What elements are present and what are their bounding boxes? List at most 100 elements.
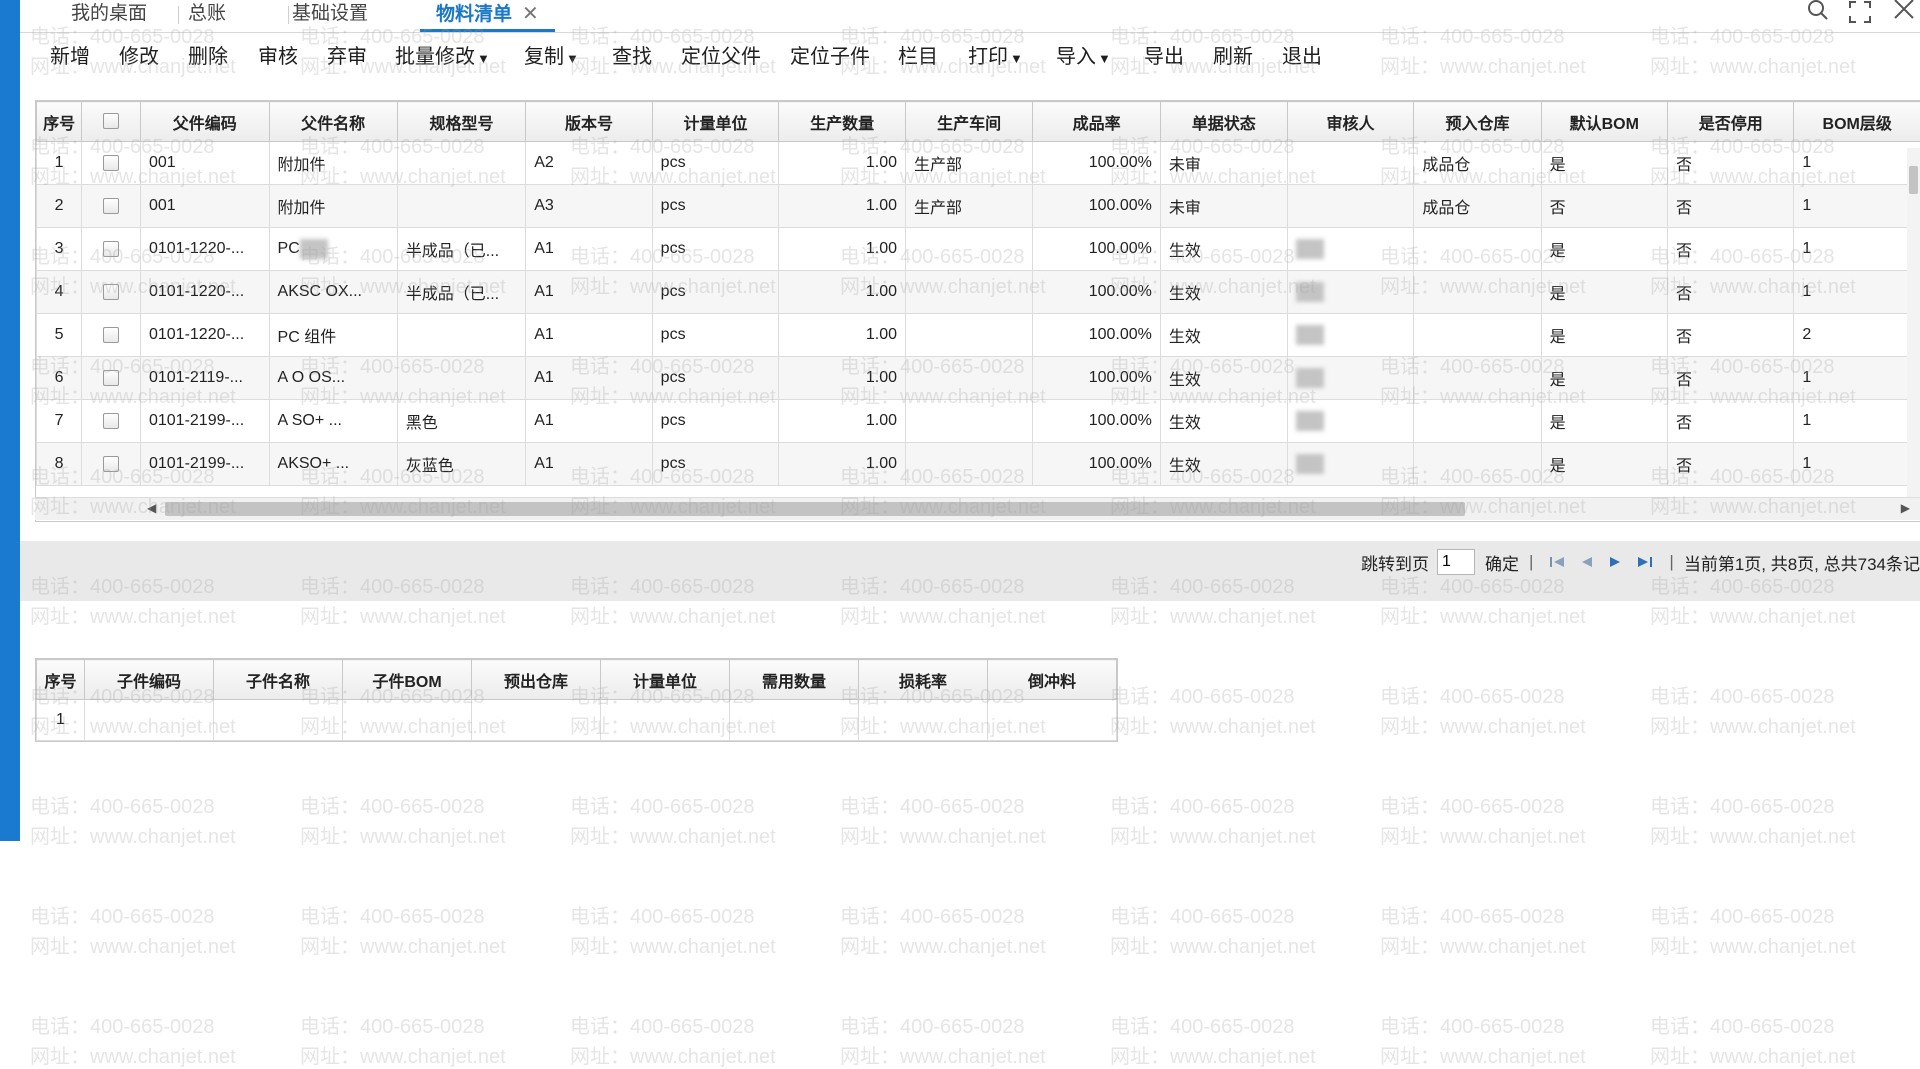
col-header[interactable]: 版本号 — [526, 102, 652, 142]
tab-basic-settings[interactable]: 基础设置 — [292, 0, 368, 30]
col-header[interactable]: 序号 — [37, 102, 82, 142]
col-header[interactable]: 父件编码 — [140, 102, 269, 142]
col-header[interactable]: 预入仓库 — [1414, 102, 1541, 142]
print-button[interactable]: 打印▼ — [968, 37, 1023, 77]
close-window-icon[interactable] — [1892, 0, 1916, 24]
tab-general-ledger[interactable]: 总账 — [188, 0, 226, 30]
table-row[interactable]: 2 001 附加件 A3 pcs 1.00 生产部 100.00% 未审 成品仓… — [37, 185, 1920, 228]
table-row[interactable]: 8 0101-2199-... AKSO+ ... 灰蓝色 A1 pcs 1.0… — [37, 443, 1920, 486]
exit-button[interactable]: 退出 — [1282, 37, 1322, 77]
col-header[interactable]: 默认BOM — [1541, 102, 1667, 142]
col-header[interactable]: 计量单位 — [652, 102, 779, 142]
row-select-cell[interactable] — [82, 185, 141, 228]
col-header[interactable]: 需用数量 — [730, 660, 859, 700]
loss-rate-cell[interactable] — [859, 700, 988, 741]
col-header[interactable]: 子件编码 — [85, 660, 214, 700]
child-bom-cell[interactable] — [343, 700, 472, 741]
row-select-cell[interactable] — [82, 400, 141, 443]
status-cell: 生效 — [1160, 357, 1287, 400]
child-name-cell[interactable] — [214, 700, 343, 741]
row-number: 4 — [37, 271, 82, 314]
child-code-cell[interactable] — [85, 700, 214, 741]
columns-button[interactable]: 栏目 — [898, 37, 938, 77]
row-select-cell[interactable] — [82, 314, 141, 357]
row-select-cell[interactable] — [82, 357, 141, 400]
workshop-cell — [906, 314, 1033, 357]
col-header[interactable]: 父件名称 — [269, 102, 397, 142]
col-header[interactable]: 计量单位 — [601, 660, 730, 700]
table-row[interactable]: 1 001 附加件 A2 pcs 1.00 生产部 100.00% 未审 成品仓… — [37, 142, 1920, 185]
row-checkbox[interactable] — [103, 284, 119, 300]
required-qty-cell[interactable] — [730, 700, 859, 741]
row-select-cell[interactable] — [82, 142, 141, 185]
unaudit-button[interactable]: 弃审 — [327, 37, 367, 77]
col-header[interactable]: 子件BOM — [343, 660, 472, 700]
batch-edit-button[interactable]: 批量修改▼ — [395, 37, 490, 77]
print-label: 打印 — [968, 46, 1008, 68]
scroll-right-icon[interactable]: ▶ — [1901, 501, 1910, 515]
col-header[interactable]: 损耗率 — [859, 660, 988, 700]
row-checkbox[interactable] — [103, 456, 119, 472]
col-header[interactable]: 预出仓库 — [472, 660, 601, 700]
find-button[interactable]: 查找 — [612, 37, 652, 77]
scrollbar-thumb[interactable] — [1909, 166, 1918, 194]
next-page-icon[interactable] — [1606, 554, 1624, 570]
page-number-input[interactable] — [1437, 549, 1475, 575]
table-row[interactable]: 5 0101-1220-... PC 组件 A1 pcs 1.00 100.00… — [37, 314, 1920, 357]
first-page-icon[interactable] — [1548, 554, 1568, 570]
col-header[interactable]: 审核人 — [1287, 102, 1414, 142]
close-icon[interactable]: ✕ — [522, 3, 539, 25]
copy-button[interactable]: 复制▼ — [524, 37, 579, 77]
fullscreen-icon[interactable] — [1848, 0, 1872, 24]
add-button[interactable]: 新增 — [50, 37, 90, 77]
prev-page-icon[interactable] — [1578, 554, 1596, 570]
refresh-button[interactable]: 刷新 — [1213, 37, 1253, 77]
table-row[interactable]: 4 0101-1220-... AKSC OX... 半成品（已... A1 p… — [37, 271, 1920, 314]
select-all-checkbox[interactable] — [103, 113, 119, 129]
row-checkbox[interactable] — [103, 327, 119, 343]
tab-bom[interactable]: 物料清单✕ — [420, 0, 555, 32]
scrollbar-thumb[interactable] — [165, 502, 1465, 516]
table-row[interactable]: 7 0101-2199-... A SO+ ... 黑色 A1 pcs 1.00… — [37, 400, 1920, 443]
col-header[interactable]: 成品率 — [1033, 102, 1161, 142]
col-header[interactable]: 生产车间 — [906, 102, 1033, 142]
parent-name-cell: AKSC OX... — [269, 271, 397, 314]
col-header[interactable]: 是否停用 — [1668, 102, 1794, 142]
scroll-left-icon[interactable]: ◀ — [147, 501, 156, 515]
locate-child-button[interactable]: 定位子件 — [790, 37, 870, 77]
table-row[interactable]: 1 — [37, 700, 1117, 741]
table-row[interactable]: 3 0101-1220-... PC 半成品（已... A1 pcs 1.00 … — [37, 228, 1920, 271]
row-checkbox[interactable] — [103, 241, 119, 257]
audit-button[interactable]: 审核 — [258, 37, 298, 77]
row-checkbox[interactable] — [103, 198, 119, 214]
col-header[interactable]: 单据状态 — [1160, 102, 1287, 142]
locate-parent-button[interactable]: 定位父件 — [681, 37, 761, 77]
horizontal-scrollbar[interactable]: ◀ ▶ — [35, 497, 1920, 520]
row-checkbox[interactable] — [103, 370, 119, 386]
row-select-cell[interactable] — [82, 228, 141, 271]
col-header[interactable]: 生产数量 — [779, 102, 906, 142]
unit-cell[interactable] — [601, 700, 730, 741]
search-icon[interactable] — [1806, 0, 1830, 24]
edit-button[interactable]: 修改 — [119, 37, 159, 77]
row-select-cell[interactable] — [82, 271, 141, 314]
vertical-scrollbar[interactable] — [1907, 148, 1920, 497]
tab-my-desktop[interactable]: 我的桌面 — [71, 0, 147, 30]
col-header[interactable]: 倒冲料 — [988, 660, 1117, 700]
row-select-cell[interactable] — [82, 443, 141, 486]
last-page-icon[interactable] — [1634, 554, 1654, 570]
col-header[interactable]: 规格型号 — [397, 102, 525, 142]
import-button[interactable]: 导入▼ — [1056, 37, 1111, 77]
backflush-cell[interactable] — [988, 700, 1117, 741]
col-header[interactable]: 序号 — [37, 660, 85, 700]
col-header[interactable]: 子件名称 — [214, 660, 343, 700]
row-checkbox[interactable] — [103, 155, 119, 171]
table-row[interactable]: 6 0101-2119-... A O OS... A1 pcs 1.00 10… — [37, 357, 1920, 400]
row-checkbox[interactable] — [103, 413, 119, 429]
delete-button[interactable]: 删除 — [188, 37, 228, 77]
select-all-cell[interactable] — [82, 102, 141, 142]
out-warehouse-cell[interactable] — [472, 700, 601, 741]
col-header[interactable]: BOM层级 — [1794, 102, 1920, 142]
confirm-button[interactable]: 确定 — [1485, 550, 1519, 575]
export-button[interactable]: 导出 — [1144, 37, 1184, 77]
